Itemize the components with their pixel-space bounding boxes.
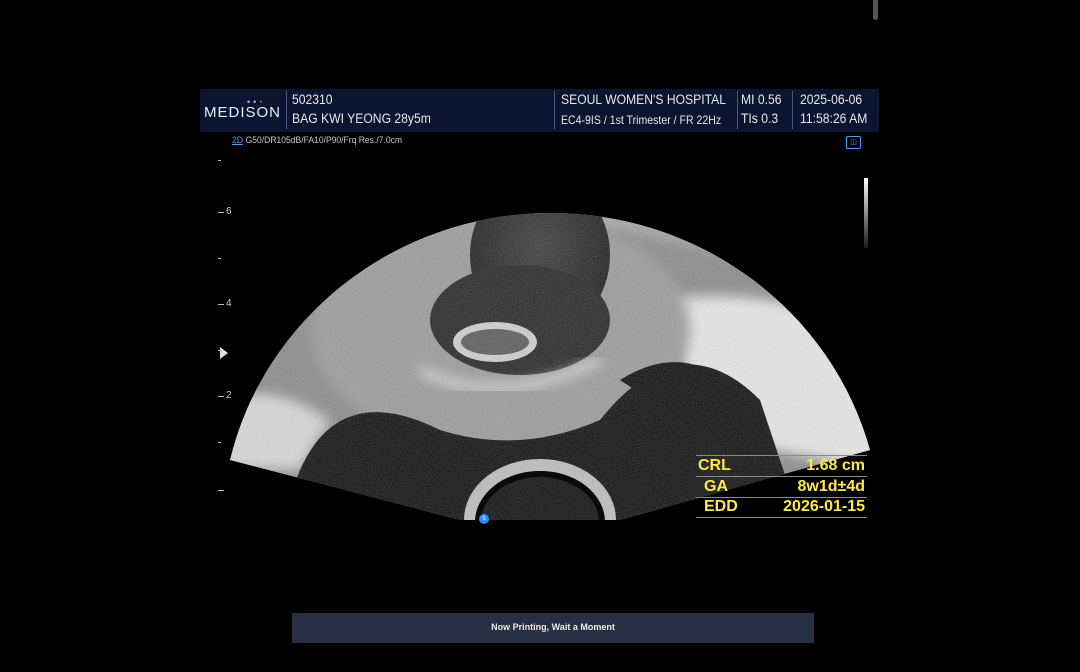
depth-scale: 6 4 2 bbox=[214, 160, 244, 495]
depth-tick bbox=[218, 212, 224, 213]
measurement-label-edd: EDD bbox=[704, 498, 738, 515]
depth-label: 6 bbox=[226, 206, 232, 217]
depth-tick bbox=[218, 304, 224, 305]
measurement-panel: CRL 1.68 cm GA 8w1d±4d EDD 2026-01-15 bbox=[696, 455, 867, 518]
depth-tick bbox=[218, 258, 221, 259]
measurement-label-crl: CRL bbox=[698, 457, 731, 474]
measurement-label-ga: GA bbox=[704, 478, 728, 495]
measurement-value-edd: 2026-01-15 bbox=[783, 498, 865, 515]
measurement-divider bbox=[696, 476, 867, 477]
measurement-divider bbox=[696, 517, 867, 518]
measurement-divider bbox=[696, 455, 867, 456]
depth-tick bbox=[218, 396, 224, 397]
measurement-value-crl: 1.68 cm bbox=[806, 457, 865, 474]
measurement-value-ga: 8w1d±4d bbox=[797, 478, 865, 495]
ultrasound-image bbox=[230, 213, 870, 540]
depth-label: 2 bbox=[226, 390, 232, 401]
probe-side-marker: s bbox=[479, 514, 489, 524]
depth-tick bbox=[218, 490, 224, 491]
status-bar: Now Printing, Wait a Moment bbox=[292, 613, 814, 643]
depth-tick bbox=[218, 350, 221, 351]
depth-tick bbox=[218, 442, 221, 443]
depth-label: 4 bbox=[226, 298, 232, 309]
depth-tick bbox=[218, 160, 221, 161]
status-message: Now Printing, Wait a Moment bbox=[491, 622, 615, 632]
